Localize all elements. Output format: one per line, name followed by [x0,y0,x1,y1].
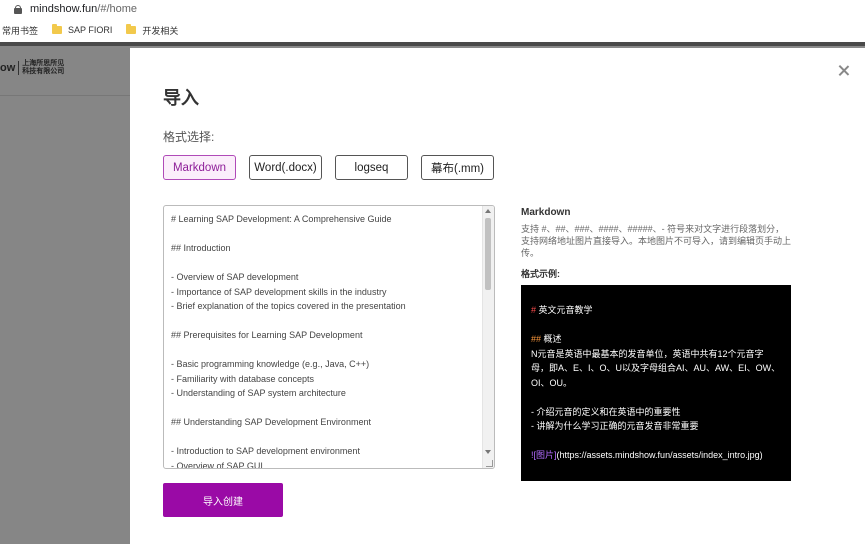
folder-icon [126,24,137,34]
url-path: /#/home [97,3,138,15]
example-bullet: - 讲解为什么学习正确的元音发音非常重要 [531,421,699,431]
header-divider [0,95,130,96]
folder-icon [52,24,63,34]
markdown-input[interactable]: # Learning SAP Development: A Comprehens… [163,205,495,469]
logo-company: 上海所思所见 科技有限公司 [22,60,64,76]
example-line: # 英文元音教学 [531,303,781,318]
scroll-down-icon[interactable] [485,450,491,454]
bookmarks-bar: 常用书签 SAP FIORI 开发相关 [0,22,192,38]
example-hash: ## [531,334,542,344]
bookmark-label: SAP FIORI [68,25,113,35]
import-create-button[interactable]: 导入创建 [163,483,283,517]
bookmark-label: 开发相关 [142,25,179,36]
watermark-text: SAP技术漫谈 [708,500,805,517]
wechat-icon [676,497,700,515]
lock-icon [14,4,22,14]
scroll-thumb[interactable] [485,218,491,290]
address-bar[interactable]: mindshow.fun/#/home [0,0,865,18]
import-dialog: 导入 格式选择: Markdown Word(.docx) logseq 幕布(… [130,48,865,544]
format-label: 格式选择: [163,130,215,144]
resize-handle-icon[interactable] [486,460,493,467]
format-word-button[interactable]: Word(.docx) [249,155,322,180]
markdown-input-text: # Learning SAP Development: A Comprehens… [171,214,406,469]
example-heading: 英文元音教学 [536,305,593,315]
bookmark-common[interactable]: 常用书签 [2,24,38,37]
example-image-tag: ![图片] [531,450,557,460]
format-markdown-button[interactable]: Markdown [163,155,236,180]
browser-bar: mindshow.fun/#/home 常用书签 SAP FIORI 开发相关 [0,0,865,42]
bookmark-label: 常用书签 [2,25,39,36]
logo-company-line1: 上海所思所见 [22,60,65,67]
help-text: 支持 #、##、###、####、#####、- 符号来对文字进行段落划分，支持… [521,224,792,258]
example-label: 格式示例: [521,269,560,279]
url-host: mindshow.fun [30,3,98,15]
logo-brand: ow [0,62,16,74]
bookmark-dev[interactable]: 开发相关 [126,24,178,37]
format-example: # 英文元音教学 ## 概述 N元音是英语中最基本的发音单位，英语中共有12个元… [521,285,791,481]
watermark: SAP技术漫谈 [676,494,804,518]
bookmark-sap-fiori[interactable]: SAP FIORI [52,24,113,35]
format-mubu-button[interactable]: 幕布(.mm) [421,155,494,180]
dialog-title: 导入 [163,88,199,108]
scroll-up-icon[interactable] [485,209,491,213]
example-line: ## 概述 [531,332,781,347]
example-line: ![图片](https://assets.mindshow.fun/assets… [531,448,781,463]
example-bullet: - 介绍元音的定义和在英语中的重要性 [531,406,681,417]
help-title: Markdown [521,207,571,218]
example-image-url: (https://assets.mindshow.fun/assets/inde… [556,450,763,460]
close-icon[interactable] [837,64,851,78]
logo-company-line2: 科技有限公司 [22,68,65,75]
example-paragraph: N元音是英语中最基本的发音单位，英语中共有12个元音字母，即A、E、I、O、U以… [531,348,781,388]
format-logseq-button[interactable]: logseq [335,155,408,180]
page-backdrop [0,46,130,544]
mindshow-logo: ow 上海所思所见 科技有限公司 [0,60,64,76]
logo-separator [18,61,20,75]
example-subheading: 概述 [541,334,562,344]
textarea-scrollbar[interactable] [482,206,494,468]
format-selector: Markdown Word(.docx) logseq 幕布(.mm) [163,155,507,180]
